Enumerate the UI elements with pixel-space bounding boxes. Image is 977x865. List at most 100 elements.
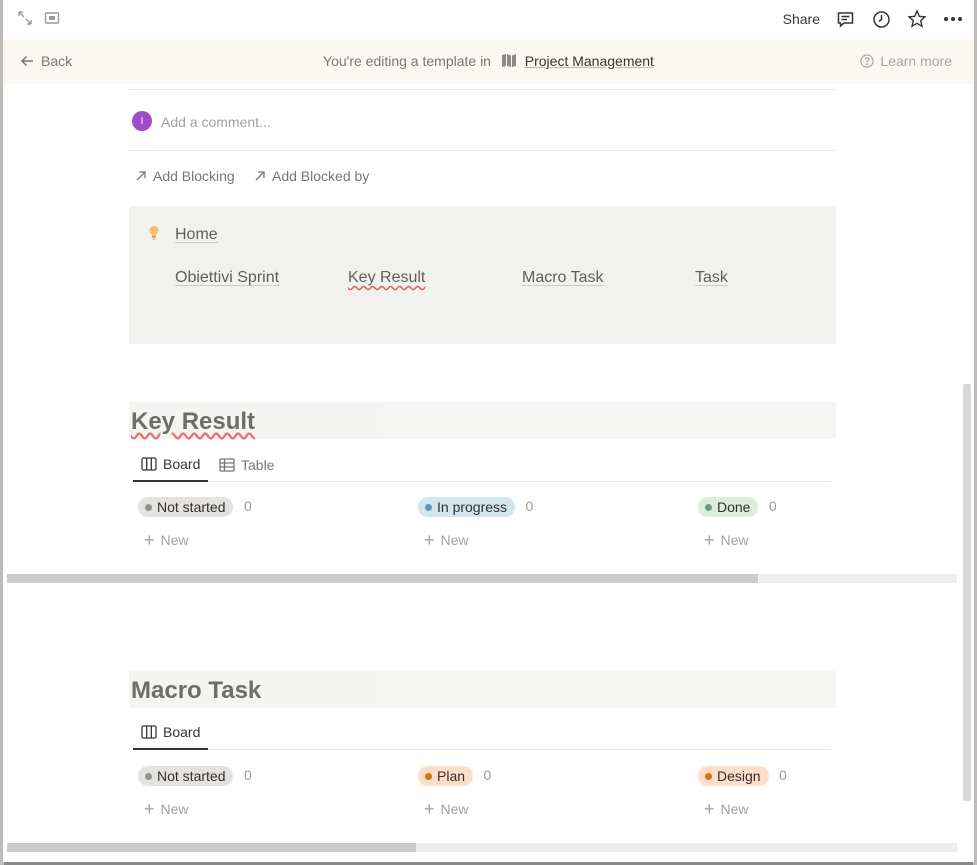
- status-badge: In progress: [418, 497, 516, 517]
- top-bar-actions: Share: [783, 0, 964, 38]
- board-column-plan: Plan 0 + New: [418, 766, 492, 818]
- editing-text: You're editing a template in: [323, 53, 491, 69]
- learn-more-label: Learn more: [880, 53, 952, 69]
- tab-board[interactable]: Board: [133, 448, 209, 482]
- help-icon: [860, 54, 875, 68]
- new-card-button[interactable]: + New: [704, 530, 749, 550]
- history-icon[interactable]: [870, 8, 892, 30]
- new-label: New: [160, 801, 189, 817]
- project-link[interactable]: Project Management: [525, 53, 654, 69]
- new-card-button[interactable]: + New: [424, 530, 469, 550]
- navigation-callout: Home Obiettivi Sprint Key Result Macro T…: [129, 206, 836, 344]
- new-card-button[interactable]: + New: [704, 799, 749, 819]
- learn-more-link[interactable]: Learn more: [860, 53, 952, 69]
- template-notice: You're editing a template in Project Man…: [3, 53, 974, 71]
- tab-board-label: Board: [163, 456, 201, 472]
- plus-icon: +: [424, 799, 435, 819]
- new-label: New: [440, 532, 469, 548]
- new-label: New: [440, 801, 469, 817]
- tab-board[interactable]: Board: [133, 716, 209, 750]
- add-blocked-by-button[interactable]: Add Blocked by: [254, 168, 369, 184]
- plus-icon: +: [704, 530, 715, 550]
- column-count: 0: [483, 767, 492, 784]
- status-dot: [145, 772, 152, 780]
- plus-icon: +: [704, 799, 715, 819]
- map-icon: [501, 53, 517, 71]
- status-label: Not started: [157, 768, 226, 784]
- status-badge: Design: [698, 766, 769, 786]
- board-column-not-started: Not started 0 + New: [138, 497, 252, 549]
- column-count: 0: [779, 767, 787, 784]
- new-card-button[interactable]: + New: [424, 799, 469, 819]
- macro-task-view-tabs: Board: [133, 716, 831, 750]
- vertical-scrollbar-thumb[interactable]: [963, 384, 971, 801]
- status-label: Done: [717, 499, 751, 515]
- plus-icon: +: [144, 799, 155, 819]
- star-icon[interactable]: [906, 8, 928, 30]
- tab-table[interactable]: Table: [211, 448, 282, 482]
- tab-table-label: Table: [241, 457, 275, 473]
- more-icon[interactable]: [942, 8, 964, 30]
- column-count: 0: [768, 498, 777, 515]
- status-dot: [425, 503, 432, 511]
- new-card-button[interactable]: + New: [144, 530, 189, 550]
- avatar: I: [132, 111, 152, 131]
- board-icon: [141, 457, 157, 471]
- column-count: 0: [243, 498, 252, 515]
- top-bar: Share: [3, 0, 974, 38]
- new-label: New: [720, 532, 749, 548]
- board-column-design: Design 0 + New: [698, 766, 787, 818]
- scrollbar-thumb[interactable]: [7, 843, 416, 852]
- status-label: Plan: [437, 768, 466, 784]
- status-dot: [145, 503, 152, 511]
- add-blocking-label: Add Blocking: [153, 168, 235, 184]
- link-macro-task[interactable]: Macro Task: [522, 269, 604, 287]
- new-label: New: [160, 532, 189, 548]
- board-column-in-progress: In progress 0 + New: [418, 497, 534, 549]
- column-count: 0: [243, 767, 252, 784]
- link-obiettivi-sprint[interactable]: Obiettivi Sprint: [175, 269, 279, 287]
- status-badge: Not started: [138, 497, 234, 517]
- status-badge: Done: [698, 497, 759, 517]
- peek-mode-icon[interactable]: [43, 9, 63, 29]
- board-column-not-started: Not started 0 + New: [138, 766, 252, 818]
- macro-task-horizontal-scrollbar[interactable]: [7, 843, 957, 852]
- status-badge: Plan: [418, 766, 474, 786]
- page-content: I Add a comment... Add Blocking Add Bloc…: [3, 84, 974, 862]
- macro-task-title: Macro Task: [131, 677, 262, 704]
- link-task[interactable]: Task: [695, 269, 728, 287]
- plus-icon: +: [144, 530, 155, 550]
- status-dot: [425, 772, 432, 780]
- board-column-done: Done 0 + New: [698, 497, 777, 549]
- status-label: In progress: [437, 499, 508, 515]
- tab-board-label: Board: [163, 724, 201, 740]
- add-blocking-button[interactable]: Add Blocking: [135, 168, 235, 184]
- new-card-button[interactable]: + New: [144, 799, 189, 819]
- divider: [129, 150, 836, 151]
- add-blocked-by-label: Add Blocked by: [272, 168, 370, 184]
- template-banner: Back You're editing a template in Projec…: [3, 40, 974, 84]
- status-dot: [705, 772, 712, 780]
- home-link[interactable]: Home: [175, 226, 218, 244]
- link-key-result[interactable]: Key Result: [348, 269, 425, 287]
- comment-input[interactable]: Add a comment...: [161, 114, 271, 130]
- status-dot: [705, 503, 712, 511]
- status-badge: Not started: [138, 766, 234, 786]
- key-result-db-title[interactable]: Key Result: [129, 402, 836, 439]
- table-icon: [219, 458, 235, 472]
- key-result-view-tabs: Board Table: [133, 448, 831, 482]
- comment-icon[interactable]: [834, 8, 856, 30]
- status-label: Design: [717, 768, 761, 784]
- expand-icon[interactable]: [16, 9, 36, 29]
- key-result-title: Key Result: [131, 408, 256, 435]
- macro-task-db-title[interactable]: Macro Task: [129, 671, 836, 708]
- divider: [129, 89, 836, 90]
- new-label: New: [720, 801, 749, 817]
- scrollbar-thumb[interactable]: [7, 574, 758, 583]
- key-result-horizontal-scrollbar[interactable]: [7, 574, 957, 583]
- plus-icon: +: [424, 530, 435, 550]
- share-button[interactable]: Share: [783, 11, 820, 27]
- arrow-up-right-icon: [255, 171, 265, 181]
- column-count: 0: [525, 498, 534, 515]
- status-label: Not started: [157, 499, 226, 515]
